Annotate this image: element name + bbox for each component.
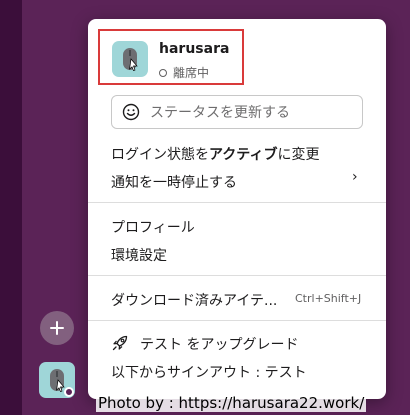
mouse-avatar-icon [123,48,138,72]
preferences-item[interactable]: 環境設定 [111,245,167,265]
set-active-suffix: に変更 [277,147,320,163]
sign-out-item[interactable]: 以下からサインアウト : テスト [111,362,307,382]
user-menu: harusara 離席中 ステータスを更新する ログイン状態をアクティブに変更 … [88,19,386,399]
downloads-item[interactable]: ダウンロード済みアイテ... [111,290,277,310]
presence-status: 離席中 [159,64,209,81]
username: harusara [159,41,230,57]
set-active-item[interactable]: ログイン状態をアクティブに変更 [111,144,319,164]
set-active-prefix: ログイン状態を [111,147,209,163]
divider [88,202,386,203]
divider [88,275,386,276]
rail-status-dot [64,387,74,397]
add-workspace-button[interactable] [40,311,74,345]
profile-item[interactable]: プロフィール [111,217,195,237]
smile-icon [122,103,140,121]
downloads-shortcut: Ctrl+Shift+J [295,292,362,305]
rocket-icon [111,334,129,352]
pause-notifications-item[interactable]: 通知を一時停止する [111,172,237,192]
plus-icon [50,321,64,335]
chevron-right-icon: › [352,169,358,185]
photo-credit-watermark: Photo by : https://harusara22.work/ [96,394,367,412]
presence-label: 離席中 [173,66,210,80]
divider [88,320,386,321]
status-update-input[interactable]: ステータスを更新する [111,95,363,129]
status-placeholder: ステータスを更新する [150,105,290,121]
away-status-icon [159,68,167,77]
menu-user-avatar [112,41,148,77]
left-rail [0,0,22,415]
set-active-bold: アクティブ [209,147,278,163]
upgrade-item[interactable]: テスト をアップグレード [140,334,298,354]
